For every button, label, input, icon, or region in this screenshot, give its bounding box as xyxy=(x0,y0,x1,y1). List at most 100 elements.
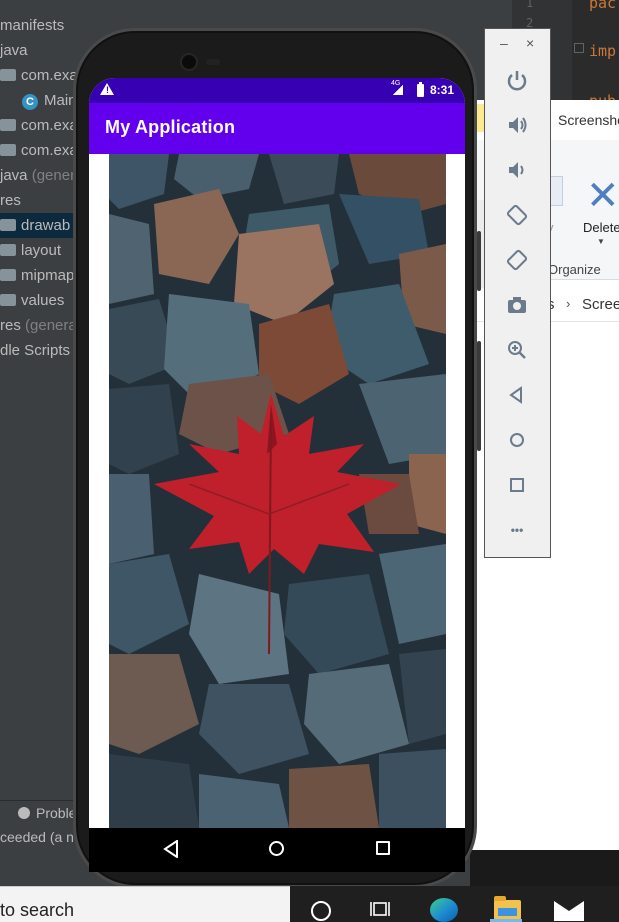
search-placeholder: to search xyxy=(0,900,75,920)
signal-icon xyxy=(393,85,403,95)
desktop-background xyxy=(470,850,619,886)
cortana-icon[interactable] xyxy=(311,901,331,921)
home-icon[interactable] xyxy=(269,841,284,856)
tree-item-res-generated[interactable]: res (genera xyxy=(0,313,77,338)
explorer-title: Screensho xyxy=(558,112,619,128)
tree-item-label: res xyxy=(0,192,21,209)
task-view-icon[interactable] xyxy=(370,900,390,918)
minimize-button[interactable]: – xyxy=(500,35,508,51)
power-button[interactable] xyxy=(501,64,533,96)
image-icon xyxy=(109,154,446,828)
volume-up-icon xyxy=(509,117,527,133)
class-icon: C xyxy=(22,94,38,110)
earpiece xyxy=(206,59,220,65)
back-icon xyxy=(509,386,522,404)
tree-item-label: com.exa xyxy=(21,67,78,84)
camera-icon xyxy=(508,297,526,313)
tree-item-res[interactable]: res xyxy=(0,188,21,213)
fold-icon[interactable] xyxy=(574,43,584,53)
zoom-icon xyxy=(508,341,526,359)
tree-item-label: res xyxy=(0,317,21,334)
volume-rocker xyxy=(477,231,481,291)
rotate-left-icon xyxy=(506,204,528,226)
app-content xyxy=(89,154,465,828)
organize-group-label: Organize xyxy=(548,262,601,277)
chevron-down-icon[interactable]: ▼ xyxy=(597,237,605,246)
power-icon xyxy=(507,71,527,91)
tree-item-label: com.exa xyxy=(21,142,78,159)
overview-button[interactable] xyxy=(501,469,533,501)
edge-browser-icon[interactable] xyxy=(430,898,458,922)
tree-item-package[interactable]: com.exa xyxy=(0,113,78,138)
zoom-button[interactable] xyxy=(501,334,533,366)
tree-item-label: java xyxy=(0,42,28,59)
windows-taskbar: to search xyxy=(0,886,619,922)
back-icon[interactable] xyxy=(163,840,179,858)
delete-icon[interactable]: ✕ xyxy=(586,176,619,216)
tree-item-label: layout xyxy=(21,242,62,259)
emulator-toolbar: – × ••• xyxy=(484,28,551,558)
more-button[interactable]: ••• xyxy=(501,514,533,546)
back-button[interactable] xyxy=(501,379,533,411)
tree-item-gradle-scripts[interactable]: dle Scripts xyxy=(0,338,70,363)
tree-item-mipmap[interactable]: mipmap xyxy=(0,263,74,288)
tree-item-manifests[interactable]: manifests xyxy=(0,13,64,38)
tree-item-layout[interactable]: layout xyxy=(0,238,61,263)
breadcrumb-screenshots[interactable]: Scree xyxy=(582,296,619,313)
phone-screen: ! 4G 8:31 My Application xyxy=(89,78,465,828)
android-emulator: ! 4G 8:31 My Application xyxy=(73,28,481,888)
screenshot-button[interactable] xyxy=(501,289,533,321)
folder-icon xyxy=(0,244,16,256)
leaf-on-rocks-image xyxy=(109,154,446,828)
status-time: 8:31 xyxy=(430,83,455,97)
tree-item-label: Main xyxy=(44,92,77,109)
problems-tab[interactable]: Proble xyxy=(18,805,76,821)
folder-icon xyxy=(0,294,16,306)
tree-item-label: values xyxy=(21,292,65,309)
close-button[interactable]: × xyxy=(526,35,534,51)
build-status: ceeded (a n xyxy=(0,829,74,845)
chevron-right-icon: › xyxy=(566,296,571,311)
battery-icon xyxy=(417,82,424,97)
volume-up-button[interactable] xyxy=(501,109,533,141)
rotate-right-icon xyxy=(506,249,528,271)
folder-icon xyxy=(0,269,16,281)
status-bar: ! 4G 8:31 xyxy=(89,78,465,103)
home-icon xyxy=(510,433,524,447)
desktop: manifests java com.exa C Main com.exa com… xyxy=(0,0,619,922)
mail-icon[interactable] xyxy=(554,901,584,921)
volume-down-button[interactable] xyxy=(501,154,533,186)
tree-item-package[interactable]: com.exa xyxy=(0,138,78,163)
tree-item-package[interactable]: com.exa xyxy=(0,63,78,88)
home-button[interactable] xyxy=(501,424,533,456)
delete-button[interactable]: Delete xyxy=(583,220,619,235)
volume-down-icon xyxy=(509,162,524,178)
folder-icon xyxy=(0,144,16,156)
more-icon: ••• xyxy=(510,523,524,537)
app-title: My Application xyxy=(105,117,236,137)
front-camera xyxy=(180,53,198,71)
overview-icon[interactable] xyxy=(376,841,390,855)
taskbar-search-box[interactable]: to search xyxy=(0,886,290,922)
file-explorer-icon[interactable] xyxy=(494,896,521,920)
line-number: 1 xyxy=(526,0,534,10)
tree-item-java[interactable]: java xyxy=(0,38,28,63)
tree-item-label: com.exa xyxy=(21,117,78,134)
tree-item-label: dle Scripts xyxy=(0,342,71,359)
problems-label: Proble xyxy=(36,805,77,821)
code-line: imp xyxy=(589,42,617,60)
tree-item-values[interactable]: values xyxy=(0,288,64,313)
navigation-bar xyxy=(89,828,465,872)
code-line: pac xyxy=(589,0,617,12)
tree-item-suffix: (gener xyxy=(27,167,76,184)
rotate-right-button[interactable] xyxy=(501,244,533,276)
tree-item-label: drawab xyxy=(21,217,71,234)
tree-item-java-generated[interactable]: java (gener xyxy=(0,163,75,188)
rotate-left-button[interactable] xyxy=(501,199,533,231)
warning-mark: ! xyxy=(106,85,109,95)
tree-item-main-class[interactable]: C Main xyxy=(22,88,77,113)
tree-item-label: mipmap xyxy=(21,267,75,284)
app-bar: My Application xyxy=(89,103,465,154)
folder-icon xyxy=(0,219,16,231)
overview-icon xyxy=(510,478,524,492)
